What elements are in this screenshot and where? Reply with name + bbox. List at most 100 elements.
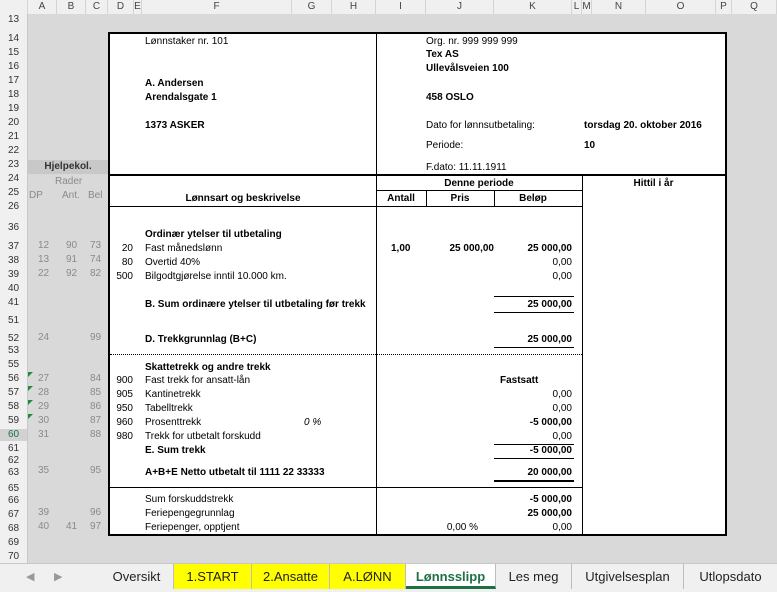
column-header-b[interactable]: B	[57, 0, 86, 14]
deduction-code[interactable]: 905	[110, 389, 133, 401]
row-header[interactable]: 63	[0, 467, 27, 479]
tab-les-meg[interactable]: Les meg	[496, 564, 572, 589]
wage-description[interactable]: Fast månedslønn	[145, 243, 222, 255]
row-header[interactable]: 53	[0, 345, 27, 357]
help-cell[interactable]: 24	[38, 332, 49, 343]
help-cell[interactable]: 27	[38, 373, 49, 384]
help-cell[interactable]: 91	[66, 254, 77, 265]
row-header[interactable]: 66	[0, 495, 27, 507]
row-header[interactable]: 17	[0, 75, 27, 87]
help-cell[interactable]: 86	[90, 401, 101, 412]
row-header[interactable]: 36	[0, 222, 27, 234]
help-cell[interactable]: 28	[38, 387, 49, 398]
tab-utgivelsesplan[interactable]: Utgivelsesplan	[572, 564, 684, 589]
wage-amount[interactable]: 0,00	[494, 257, 572, 269]
tab-oversikt[interactable]: Oversikt	[100, 564, 174, 589]
row-header[interactable]: 58	[0, 401, 27, 413]
row-header[interactable]: 67	[0, 509, 27, 521]
column-header-p[interactable]: P	[716, 0, 732, 14]
help-cell[interactable]: 92	[66, 268, 77, 279]
column-header-i[interactable]: I	[376, 0, 426, 14]
row-header[interactable]: 68	[0, 523, 27, 535]
row-header[interactable]: 26	[0, 201, 27, 213]
wage-description[interactable]: Bilgodtgjørelse inntil 10.000 km.	[145, 271, 287, 283]
row-header[interactable]: 55	[0, 359, 27, 371]
wage-code[interactable]: 80	[110, 257, 133, 269]
column-header-q[interactable]: Q	[732, 0, 777, 14]
help-cell[interactable]: 41	[66, 521, 77, 532]
help-cell[interactable]: 31	[38, 429, 49, 440]
holiday-basis-amount[interactable]: 25 000,00	[494, 508, 573, 520]
help-cell[interactable]: 97	[90, 521, 101, 532]
help-cell[interactable]: 88	[90, 429, 101, 440]
row-header[interactable]: 23	[0, 159, 27, 171]
column-header-h[interactable]: H	[332, 0, 376, 14]
deduction-amount[interactable]: 0,00	[494, 389, 572, 401]
tab-start[interactable]: 1.START	[174, 564, 252, 589]
wage-amount[interactable]: 0,00	[494, 271, 572, 283]
row-header[interactable]: 25	[0, 187, 27, 199]
row-header[interactable]: 21	[0, 131, 27, 143]
tax-basis-amount[interactable]: 25 000,00	[494, 334, 573, 346]
deduction-description[interactable]: Trekk for utbetalt forskudd	[145, 431, 261, 443]
column-header-k[interactable]: K	[494, 0, 572, 14]
row-header[interactable]: 18	[0, 89, 27, 101]
help-cell[interactable]: 96	[90, 507, 101, 518]
scroll-left-icon[interactable]: ◀	[26, 570, 34, 583]
select-all-corner[interactable]	[0, 0, 28, 14]
net-paid-amount[interactable]: 20 000,00	[494, 467, 573, 479]
wage-code[interactable]: 500	[110, 271, 133, 283]
holiday-pay-percent[interactable]: 0,00 %	[426, 522, 478, 534]
row-header[interactable]: 69	[0, 537, 27, 549]
tab-lonnsslipp[interactable]: Lønnsslipp	[406, 564, 496, 589]
help-cell[interactable]: 82	[90, 268, 101, 279]
advance-tax-amount[interactable]: -5 000,00	[494, 494, 572, 506]
row-header[interactable]: 51	[0, 315, 27, 327]
help-cell[interactable]: 73	[90, 240, 101, 251]
deduction-amount[interactable]: -5 000,00	[494, 417, 572, 429]
deduction-code[interactable]: 980	[110, 431, 133, 443]
row-header[interactable]: 65	[0, 483, 27, 495]
row-header[interactable]: 52	[0, 333, 27, 345]
help-cell[interactable]: 87	[90, 415, 101, 426]
deduction-code[interactable]: 900	[110, 375, 133, 387]
tab-ansatte[interactable]: 2.Ansatte	[252, 564, 330, 589]
deduction-code[interactable]: 960	[110, 417, 133, 429]
help-cell[interactable]: 90	[66, 240, 77, 251]
sum-deductions-amount[interactable]: -5 000,00	[494, 445, 572, 457]
help-cell[interactable]: 84	[90, 373, 101, 384]
help-cell[interactable]: 30	[38, 415, 49, 426]
column-header-f[interactable]: F	[142, 0, 292, 14]
wage-amount[interactable]: 25 000,00	[494, 243, 573, 255]
deduction-amount[interactable]: 0,00	[494, 431, 572, 443]
row-header-selected[interactable]: 60	[0, 429, 27, 441]
row-header[interactable]: 41	[0, 297, 27, 309]
row-header[interactable]: 62	[0, 455, 27, 467]
column-header-l[interactable]: L	[572, 0, 582, 14]
row-header[interactable]: 20	[0, 117, 27, 129]
help-cell[interactable]: 35	[38, 465, 49, 476]
deduction-status[interactable]: Fastsatt	[500, 375, 538, 387]
column-header-o[interactable]: O	[646, 0, 716, 14]
help-cell[interactable]: 40	[38, 521, 49, 532]
help-cell[interactable]: 99	[90, 332, 101, 343]
row-header[interactable]: 19	[0, 103, 27, 115]
row-header[interactable]: 70	[0, 551, 27, 563]
wage-price[interactable]: 25 000,00	[426, 243, 495, 255]
row-header[interactable]: 59	[0, 415, 27, 427]
scroll-right-icon[interactable]: ▶	[54, 570, 62, 583]
column-header-e[interactable]: E	[134, 0, 142, 14]
row-header[interactable]: 37	[0, 241, 27, 253]
deduction-amount[interactable]: 0,00	[494, 403, 572, 415]
row-header[interactable]: 13	[0, 14, 27, 26]
column-header-m[interactable]: M	[582, 0, 592, 14]
wage-quantity[interactable]: 1,00	[391, 243, 410, 255]
row-header[interactable]: 15	[0, 47, 27, 59]
column-header-g[interactable]: G	[292, 0, 332, 14]
row-header[interactable]: 61	[0, 443, 27, 455]
deduction-description[interactable]: Tabelltrekk	[145, 403, 193, 415]
help-cell[interactable]: 29	[38, 401, 49, 412]
help-cell[interactable]: 39	[38, 507, 49, 518]
help-cell[interactable]: 74	[90, 254, 101, 265]
deduction-percent[interactable]: 0 %	[304, 417, 321, 429]
